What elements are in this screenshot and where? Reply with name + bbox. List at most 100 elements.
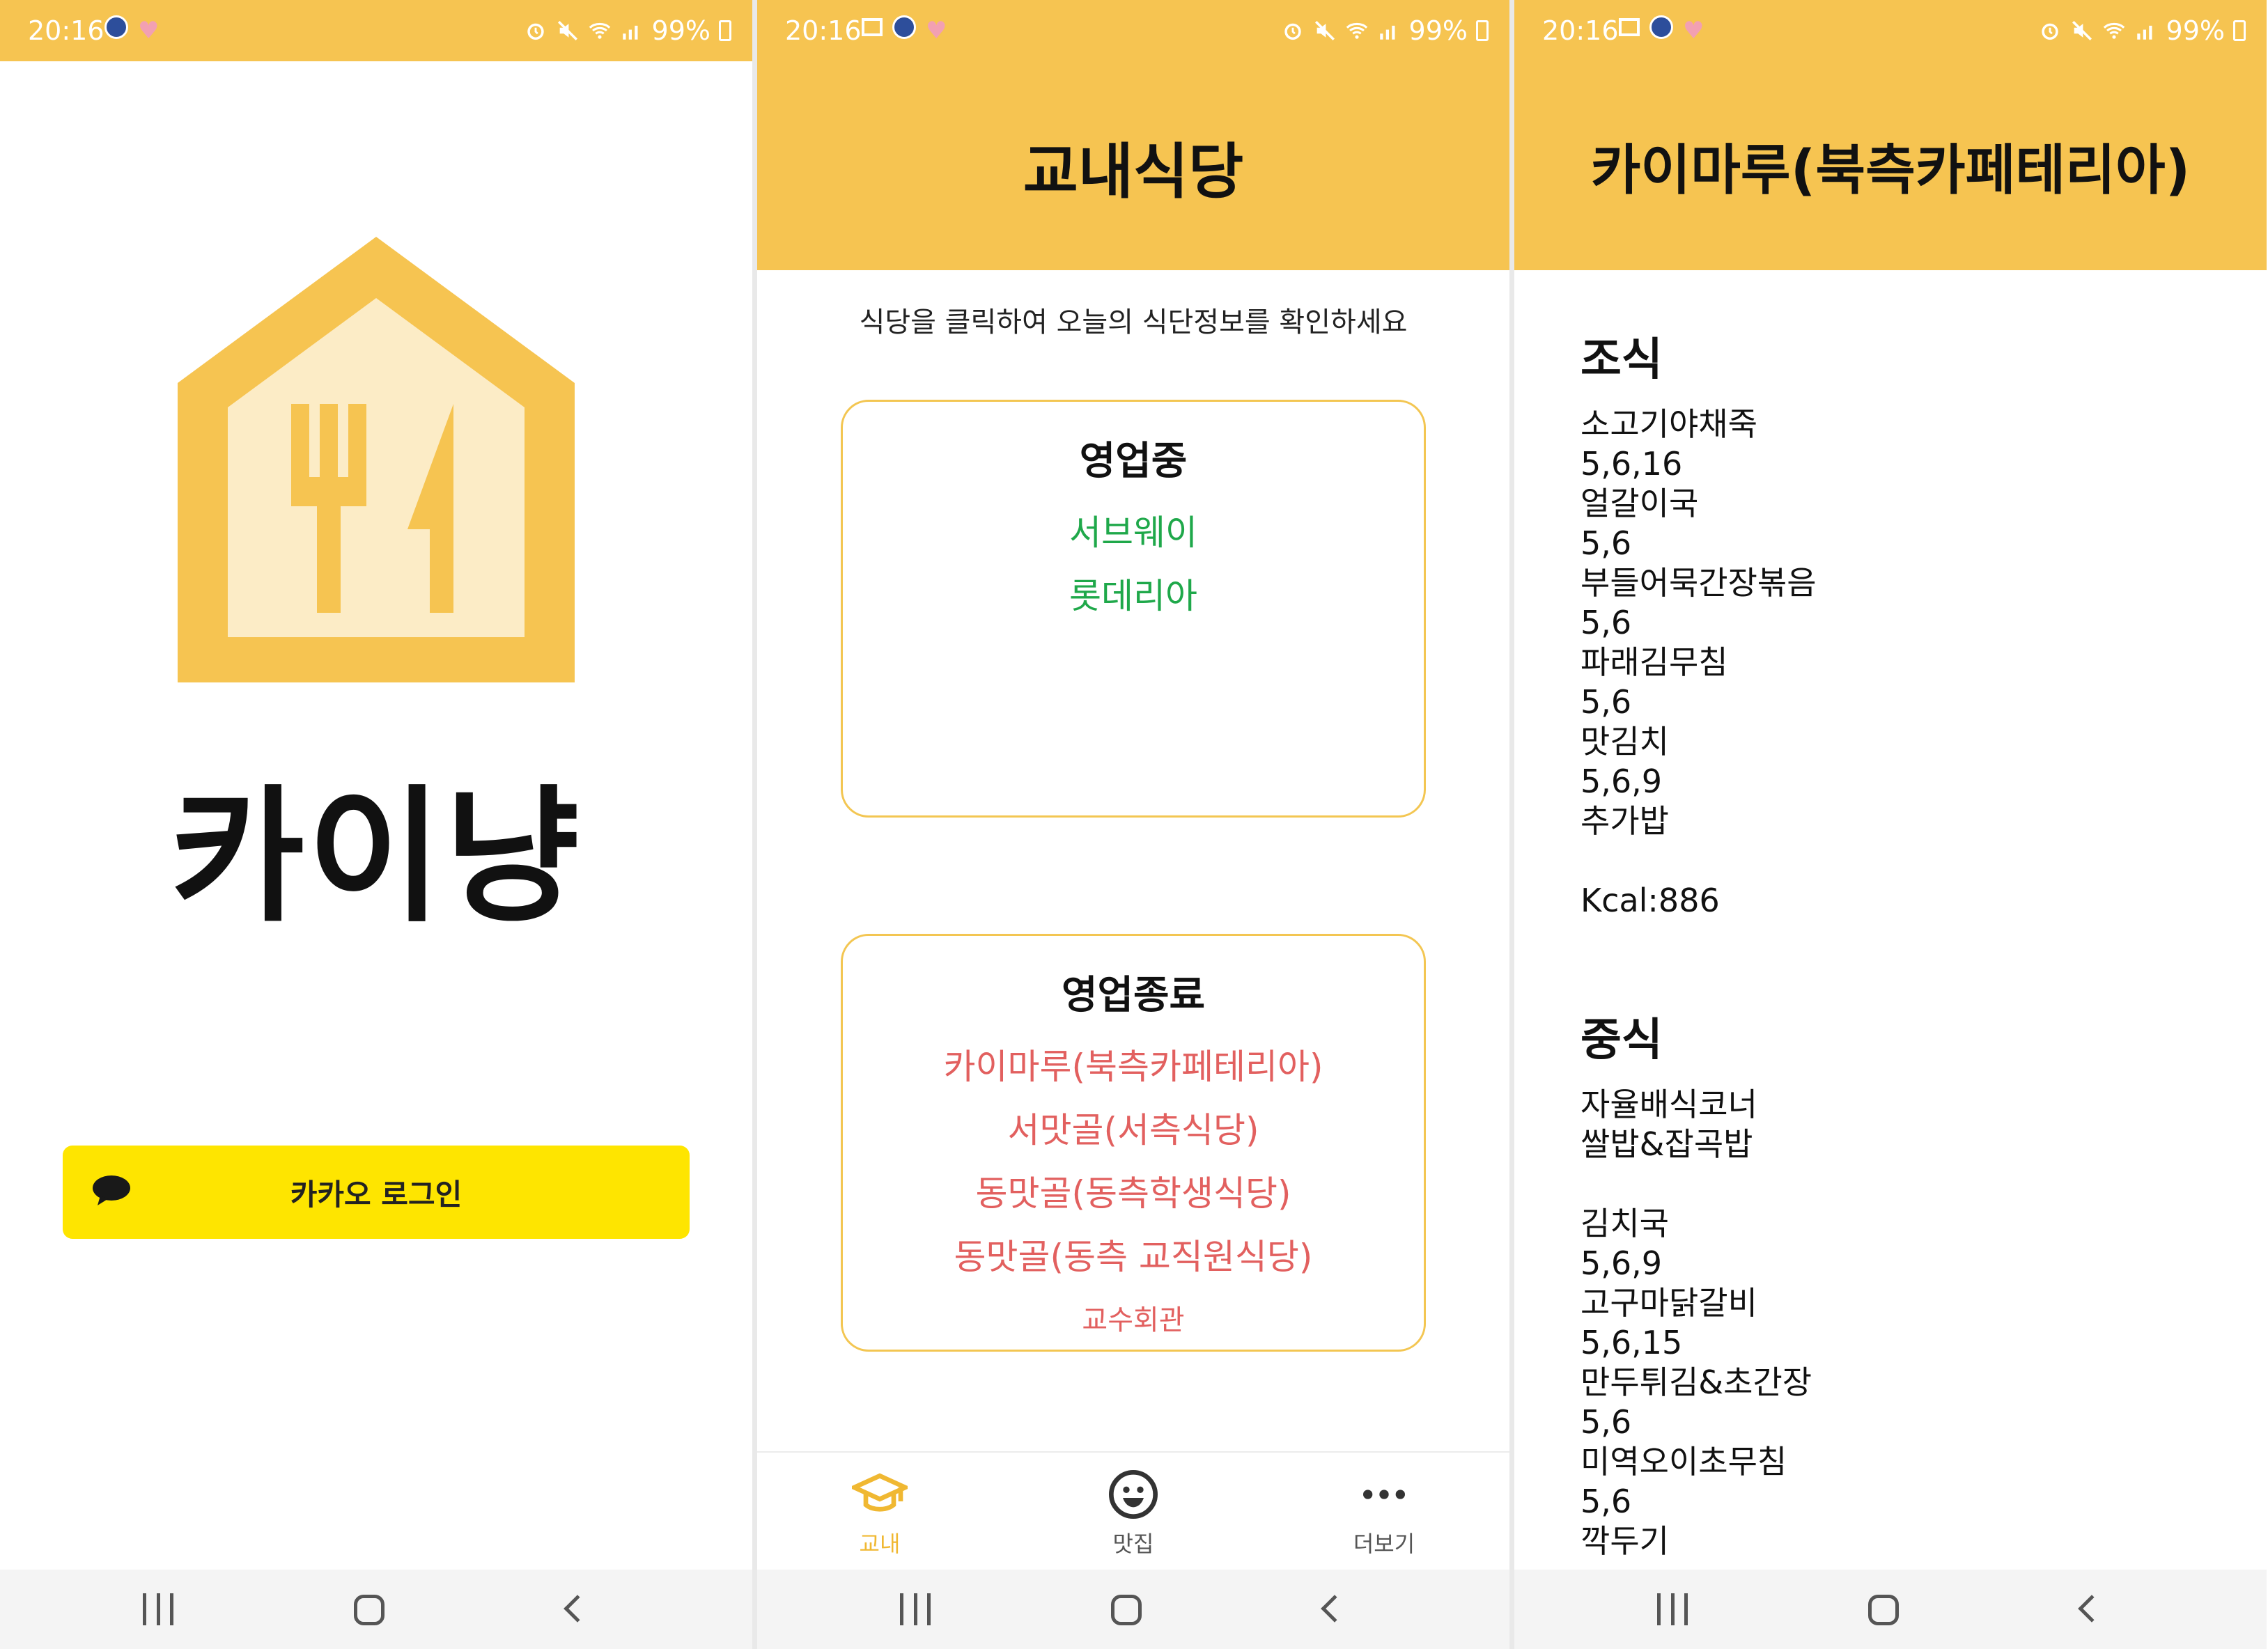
message-bubble-icon	[93, 1175, 130, 1205]
notification-icons: ♥	[104, 15, 159, 46]
menu-line: 5,6	[1580, 1403, 1632, 1441]
tab-restaurants[interactable]: 맛집	[1064, 1467, 1203, 1558]
screens: 20:16 ♥ 99% 카이냥 카카오 로그인 20:16 ♥ 99% 교내식당…	[0, 0, 2268, 1649]
menu-line: 5,6,16	[1580, 445, 1683, 483]
menu-line: 얼갈이국	[1580, 485, 1699, 522]
menu-line: 소고기야채죽	[1580, 405, 1757, 443]
tab-more[interactable]: 더보기	[1314, 1467, 1454, 1558]
closed-section-title: 영업종료	[1061, 973, 1206, 1018]
system-icons: 99%	[2038, 0, 2246, 61]
heart-icon: ♥	[926, 17, 947, 45]
app-notification-icon	[104, 15, 128, 39]
notification-icons: ♥	[1619, 15, 1704, 46]
wifi-icon	[1346, 22, 1367, 39]
menu-line: 쌀밥&잡곡밥	[1580, 1125, 1753, 1163]
screen-divider	[1509, 0, 1514, 1649]
status-bar: 20:16 ♥ 99%	[1514, 0, 2267, 61]
menu-line: 부들어묵간장볶음	[1580, 564, 1817, 602]
cafeteria-link[interactable]: 동맛골(동측학생식당)	[843, 1162, 1424, 1226]
signal-icon	[2136, 25, 2152, 40]
menu-line: 5,6	[1580, 1483, 1632, 1520]
menu-line: 5,6	[1580, 524, 1632, 562]
bottom-tab-bar: 교내 맛집 더보기	[757, 1451, 1509, 1571]
cafeteria-list-screen: 20:16 ♥ 99% 교내식당 식당을 클릭하여 오늘의 식단정보를 확인하세…	[757, 0, 1509, 1649]
heart-icon: ♥	[1683, 17, 1704, 45]
tab-label: 교내	[859, 1531, 901, 1557]
app-logo	[178, 237, 575, 682]
smile-icon	[1109, 1470, 1158, 1519]
battery-icon	[719, 20, 731, 41]
signal-icon	[622, 25, 638, 40]
status-bar: 20:16 ♥ 99%	[757, 0, 1509, 61]
back-icon[interactable]	[564, 1595, 591, 1623]
system-icons: 99%	[524, 0, 731, 61]
menu-line: 5,6,15	[1580, 1324, 1683, 1361]
back-icon[interactable]	[2078, 1595, 2106, 1623]
login-screen: 20:16 ♥ 99% 카이냥 카카오 로그인	[0, 0, 752, 1649]
battery-icon	[1476, 20, 1489, 41]
home-icon[interactable]	[1868, 1595, 1899, 1625]
app-notification-icon	[892, 15, 916, 39]
menu-detail-screen: 20:16 ♥ 99% 카이마루(북측카페테리아) 조식 소고기야채죽 5,6,…	[1514, 0, 2267, 1649]
menu-line: 파래김무침	[1580, 643, 1728, 681]
menu-line: 미역오이초무침	[1580, 1443, 1787, 1480]
recent-apps-icon[interactable]	[1657, 1593, 1688, 1628]
status-time: 20:16	[28, 15, 104, 46]
kakao-login-button[interactable]: 카카오 로그인	[63, 1146, 690, 1239]
wifi-icon	[589, 22, 610, 39]
cafeteria-link[interactable]: 카이마루(북측카페테리아)	[843, 1035, 1424, 1099]
home-icon[interactable]	[1111, 1595, 1142, 1625]
gallery-icon	[862, 18, 883, 36]
menu-content: 조식 소고기야채죽 5,6,16 얼갈이국 5,6 부들어묵간장볶음 5,6 파…	[1580, 324, 2242, 1561]
battery-text: 99%	[1408, 15, 1468, 46]
mute-icon	[2072, 20, 2092, 41]
kakao-login-label: 카카오 로그인	[290, 1177, 463, 1212]
menu-line: 5,6,9	[1580, 1244, 1663, 1282]
status-time: 20:16	[1542, 15, 1619, 46]
back-icon[interactable]	[1321, 1595, 1349, 1623]
battery-text: 99%	[651, 15, 710, 46]
system-nav-bar	[1514, 1570, 2267, 1649]
breakfast-title: 조식	[1580, 334, 1663, 386]
recent-apps-icon[interactable]	[143, 1593, 173, 1628]
home-icon[interactable]	[354, 1595, 385, 1625]
menu-line: 5,6	[1580, 604, 1632, 641]
menu-line	[1580, 1164, 2242, 1204]
page-title: 카이마루(북측카페테리아)	[1514, 61, 2267, 270]
signal-icon	[1379, 25, 1395, 40]
menu-line: 김치국	[1580, 1205, 1669, 1242]
status-bar: 20:16 ♥ 99%	[0, 0, 752, 61]
heart-icon: ♥	[138, 17, 160, 45]
alarm-icon	[2041, 23, 2058, 40]
cafeteria-link[interactable]: 롯데리아	[843, 565, 1424, 628]
system-nav-bar	[0, 1570, 752, 1649]
gallery-icon	[1619, 18, 1640, 36]
alarm-icon	[527, 23, 544, 40]
app-title: 카이냥	[170, 772, 582, 942]
alarm-icon	[1284, 23, 1301, 40]
recent-apps-icon[interactable]	[900, 1593, 931, 1628]
menu-line: 자율배식코너	[1580, 1086, 1757, 1123]
lunch-title: 중식	[1580, 1015, 1663, 1066]
menu-line: 5,6	[1580, 683, 1632, 721]
mute-icon	[557, 20, 577, 41]
more-dots-icon	[1363, 1490, 1405, 1499]
notification-icons: ♥	[862, 15, 947, 46]
lunch-list: 자율배식코너 쌀밥&잡곡밥 김치국 5,6,9 고구마닭갈비 5,6,15 만두…	[1580, 1085, 2242, 1561]
menu-line: 추가밥	[1580, 802, 1669, 840]
menu-line: 고구마닭갈비	[1580, 1284, 1757, 1322]
menu-line: 맛김치	[1580, 723, 1669, 760]
open-cafeterias-card: 영업중 서브웨이 롯데리아	[841, 400, 1426, 818]
cafeteria-link[interactable]: 서브웨이	[843, 501, 1424, 565]
calorie-text: Kcal:886	[1580, 882, 1720, 919]
cafeteria-link[interactable]: 동맛골(동측 교직원식당)	[843, 1226, 1424, 1289]
cafeteria-link[interactable]: 교수회관	[843, 1289, 1424, 1350]
breakfast-list: 소고기야채죽 5,6,16 얼갈이국 5,6 부들어묵간장볶음 5,6 파래김무…	[1580, 405, 2242, 921]
menu-line: 만두튀김&초간장	[1580, 1363, 1812, 1401]
tab-label: 맛집	[1112, 1531, 1154, 1557]
open-cafeteria-list: 서브웨이 롯데리아	[843, 501, 1424, 628]
closed-cafeteria-list: 카이마루(북측카페테리아) 서맛골(서측식당) 동맛골(동측학생식당) 동맛골(…	[843, 1035, 1424, 1350]
tab-campus[interactable]: 교내	[810, 1467, 949, 1558]
screen-divider	[752, 0, 757, 1649]
cafeteria-link[interactable]: 서맛골(서측식당)	[843, 1099, 1424, 1162]
